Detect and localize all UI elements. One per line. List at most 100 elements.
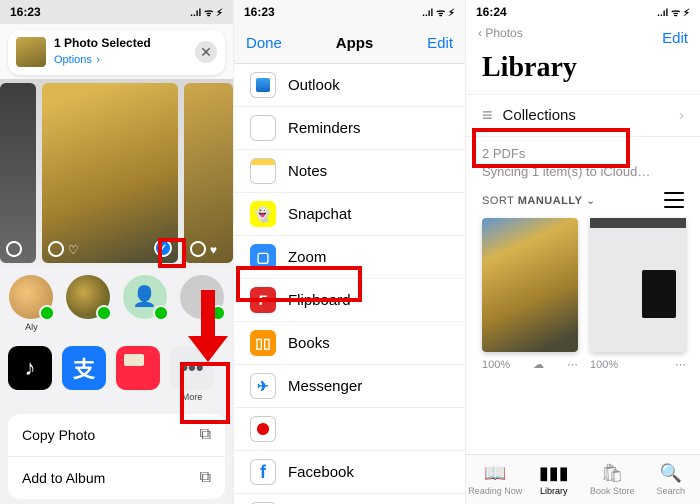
tab-library[interactable]: ▮▮▮Library (525, 455, 584, 504)
close-button[interactable]: ✕ (195, 41, 217, 63)
app-label: Books (288, 335, 330, 352)
apps-list-screen: 16:23 ..ıl ᯤ ⚡︎ Done Apps Edit Outlook R… (234, 0, 466, 504)
app-row-snapchat[interactable]: 👻 Snapchat (234, 193, 465, 236)
search-icon: 🔍 (660, 463, 682, 484)
app-row[interactable] (234, 408, 465, 451)
actions-card: Copy Photo ⧉ Add to Album ⧉ (8, 414, 225, 499)
books-grid: 100% ☁︎ ⋯ 100% ⋯ (466, 214, 700, 375)
tab-book-store[interactable]: 🛍Book Store (583, 455, 642, 504)
list-view-toggle[interactable] (664, 192, 684, 208)
app-row-flipboard[interactable]: FFlipboard (234, 279, 465, 322)
app-row-notes[interactable]: Notes (234, 150, 465, 193)
status-bar: 16:23 ..ıl ᯤ ⚡︎ (234, 0, 465, 24)
tab-bar: 📖Reading Now ▮▮▮Library 🛍Book Store 🔍Sea… (466, 454, 700, 504)
books-library-screen: 16:24 ..ıl ᯤ ⚡︎ ‹ Photos Edit Library ≡ … (466, 0, 700, 504)
library-icon: ▮▮▮ (539, 463, 569, 484)
page-title: Library (466, 48, 700, 94)
nav-bar: Done Apps Edit (234, 24, 465, 64)
status-bar: 16:24 ..ıl ᯤ ⚡︎ (466, 0, 700, 24)
app-icon (250, 416, 276, 442)
edit-button[interactable]: Edit (662, 30, 688, 47)
app-row-outlook[interactable]: Outlook (234, 64, 465, 107)
app-share-row: ♪ 支 ••• More (0, 342, 233, 408)
app-badge-icon (210, 305, 226, 321)
add-to-album-action[interactable]: Add to Album ⧉ (8, 457, 225, 499)
selected-checkmark-icon[interactable] (154, 239, 172, 257)
share-sheet-screen: 16:23 ..ıl ᯤ ⚡︎ 1 Photo Selected Options… (0, 0, 234, 504)
contact-avatar[interactable] (65, 275, 112, 332)
cloud-icon[interactable]: ☁︎ (533, 358, 544, 371)
tab-reading-now[interactable]: 📖Reading Now (466, 455, 525, 504)
collections-row[interactable]: ≡ Collections › (466, 94, 700, 137)
app-badge-icon (153, 305, 169, 321)
contact-row: Aly 👤 (0, 273, 233, 342)
app-row-facebook[interactable]: f Facebook (234, 451, 465, 494)
app-row-zoom[interactable]: ▢ Zoom (234, 236, 465, 279)
clock: 16:23 (10, 5, 41, 19)
photo-tile-selected[interactable]: ♡ (42, 83, 178, 263)
action-label: Copy Photo (22, 427, 95, 443)
book-item[interactable]: 100% ☁︎ ⋯ (482, 218, 578, 371)
tab-search[interactable]: 🔍Search (642, 455, 700, 504)
books-icon: ▯▯ (250, 330, 276, 356)
outlook-icon (250, 72, 276, 98)
book-item[interactable]: 100% ⋯ (590, 218, 686, 371)
album-icon: ⧉ (200, 469, 211, 487)
reminders-icon (250, 115, 276, 141)
tiktok-icon[interactable]: ♪ (8, 346, 52, 390)
collections-label: Collections (503, 107, 576, 124)
pdf-count: 2 PDFs (482, 145, 684, 163)
selection-banner: 1 Photo Selected Options › ✕ (8, 30, 225, 75)
sort-row: SORT MANUALLY ⌄ (466, 184, 700, 214)
alipay-icon[interactable]: 支 (62, 346, 106, 390)
copy-photo-action[interactable]: Copy Photo ⧉ (8, 414, 225, 457)
app-row-messenger[interactable]: ✈︎ Messenger (234, 365, 465, 408)
status-bar: 16:23 ..ıl ᯤ ⚡︎ (0, 0, 233, 24)
apps-list[interactable]: Outlook Reminders Notes 👻Snapchat ▢Zoom … (234, 64, 465, 504)
contact-name: Aly (8, 322, 55, 332)
contact-avatar[interactable] (178, 275, 225, 332)
app-label: Notes (288, 163, 327, 180)
options-link[interactable]: Options › (54, 50, 187, 68)
done-button[interactable]: Done (246, 35, 282, 52)
status-icons: ..ıl ᯤ ⚡︎ (422, 5, 455, 19)
contact-avatar[interactable]: Aly (8, 275, 55, 332)
edit-button[interactable]: Edit (427, 35, 453, 52)
app-badge-icon (96, 305, 112, 321)
contact-avatar[interactable]: 👤 (122, 275, 169, 332)
clock: 16:23 (244, 5, 275, 19)
app-label: Zoom (288, 249, 326, 266)
app-icon[interactable] (116, 346, 160, 390)
read-percent: 100% (590, 359, 618, 371)
app-label: Snapchat (288, 206, 351, 223)
snapchat-icon: 👻 (250, 201, 276, 227)
app-row-books[interactable]: ▯▯ Books (234, 322, 465, 365)
photo-tile[interactable]: ♥ (184, 83, 233, 263)
library-info: 2 PDFs Syncing 1 item(s) to iCloud… (466, 137, 700, 184)
sort-button[interactable]: SORT MANUALLY ⌄ (482, 194, 596, 207)
app-row-reminders[interactable]: Reminders (234, 107, 465, 150)
share-lower-panel: Aly 👤 ♪ 支 ••• More (0, 267, 233, 504)
copy-icon: ⧉ (200, 426, 211, 444)
more-label: More (170, 392, 214, 402)
app-label: Facebook (288, 464, 354, 481)
chevron-right-icon: › (679, 107, 684, 124)
sync-status: Syncing 1 item(s) to iCloud… (482, 163, 684, 181)
more-button[interactable]: ••• More (170, 346, 214, 402)
zoom-icon: ▢ (250, 244, 276, 270)
photo-strip[interactable]: ♡ ♥ (0, 79, 233, 267)
photo-tile[interactable] (0, 83, 36, 263)
app-row-drive[interactable]: Drive (234, 494, 465, 504)
more-icon[interactable]: ⋯ (567, 358, 578, 371)
more-icon[interactable]: ⋯ (675, 358, 686, 371)
banner-thumbnail (16, 37, 46, 67)
clock: 16:24 (476, 5, 507, 19)
messenger-icon: ✈︎ (250, 373, 276, 399)
nav-title: Apps (336, 35, 374, 52)
bag-icon: 🛍 (601, 463, 624, 484)
app-label: Messenger (288, 378, 362, 395)
status-icons: ..ıl ᯤ ⚡︎ (190, 5, 223, 19)
heart-icon: ♥ (210, 243, 217, 257)
heart-icon: ♡ (68, 243, 79, 257)
facebook-icon: f (250, 459, 276, 485)
